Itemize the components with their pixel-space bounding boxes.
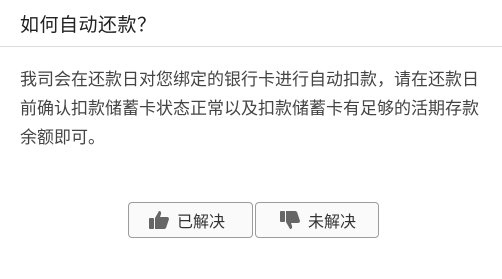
faq-answer: 我司会在还款日对您绑定的银行卡进行自动扣款，请在还款日前确认扣款储蓄卡状态正常以… <box>20 70 479 148</box>
feedback-actions: 已解决 未解决 <box>128 202 379 238</box>
unresolved-label: 未解决 <box>308 212 357 231</box>
faq-title: 如何自动还款？ <box>20 13 157 36</box>
resolved-button[interactable]: 已解决 <box>128 202 253 238</box>
faq-header: 如何自动还款？ <box>0 0 502 47</box>
unresolved-button[interactable]: 未解决 <box>255 202 379 238</box>
faq-card: 如何自动还款？ 我司会在还款日对您绑定的银行卡进行自动扣款，请在还款日前确认扣款… <box>0 0 502 279</box>
thumbs-up-icon <box>147 208 171 232</box>
resolved-label: 已解决 <box>177 212 226 231</box>
thumbs-down-icon <box>278 208 302 232</box>
